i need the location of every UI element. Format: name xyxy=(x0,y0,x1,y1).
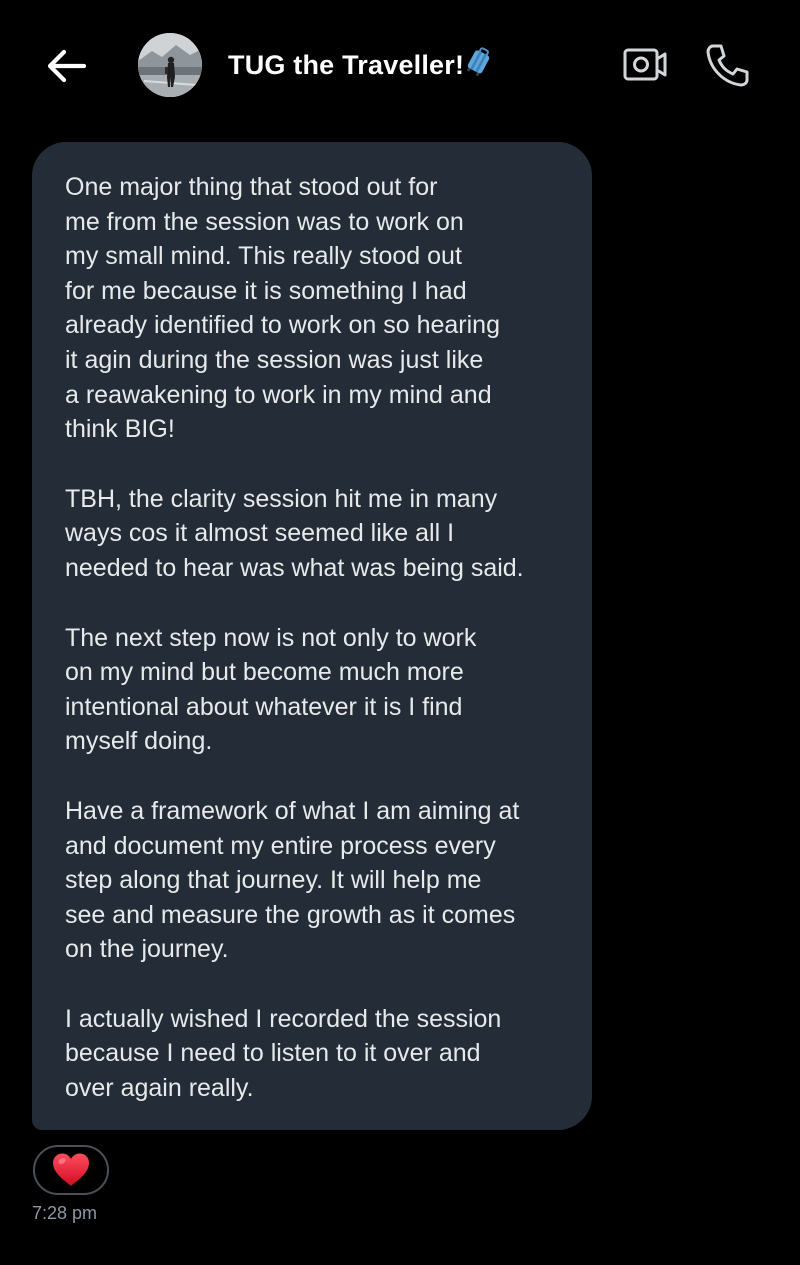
phone-icon xyxy=(706,44,749,87)
message-timestamp: 7:28 pm xyxy=(32,1203,98,1223)
message-paragraph: One major thing that stood out for me fr… xyxy=(65,173,500,444)
luggage-emoji-icon xyxy=(466,46,492,83)
heart-icon: ❤️ xyxy=(53,1153,89,1186)
contact-name-text: TUG the Traveller! xyxy=(228,50,465,80)
conversation-header: TUG the Traveller! xyxy=(0,0,800,130)
heart-reaction[interactable]: ❤️ xyxy=(33,1145,109,1195)
message-bubble[interactable]: One major thing that stood out for me fr… xyxy=(32,142,592,1130)
arrow-left-icon xyxy=(47,49,87,83)
video-call-button[interactable] xyxy=(622,44,668,86)
message-paragraph: The next step now is not only to work on… xyxy=(65,623,477,756)
message-paragraph: Have a framework of what I am aiming at … xyxy=(65,796,520,964)
video-camera-icon xyxy=(623,48,667,81)
message-paragraph: I actually wished I recorded the session… xyxy=(65,1004,502,1103)
voice-call-button[interactable] xyxy=(704,42,750,88)
back-button[interactable] xyxy=(44,46,88,86)
message-paragraph: TBH, the clarity session hit me in many … xyxy=(65,484,524,582)
contact-name[interactable]: TUG the Traveller! xyxy=(228,46,492,83)
contact-avatar[interactable] xyxy=(138,33,202,97)
